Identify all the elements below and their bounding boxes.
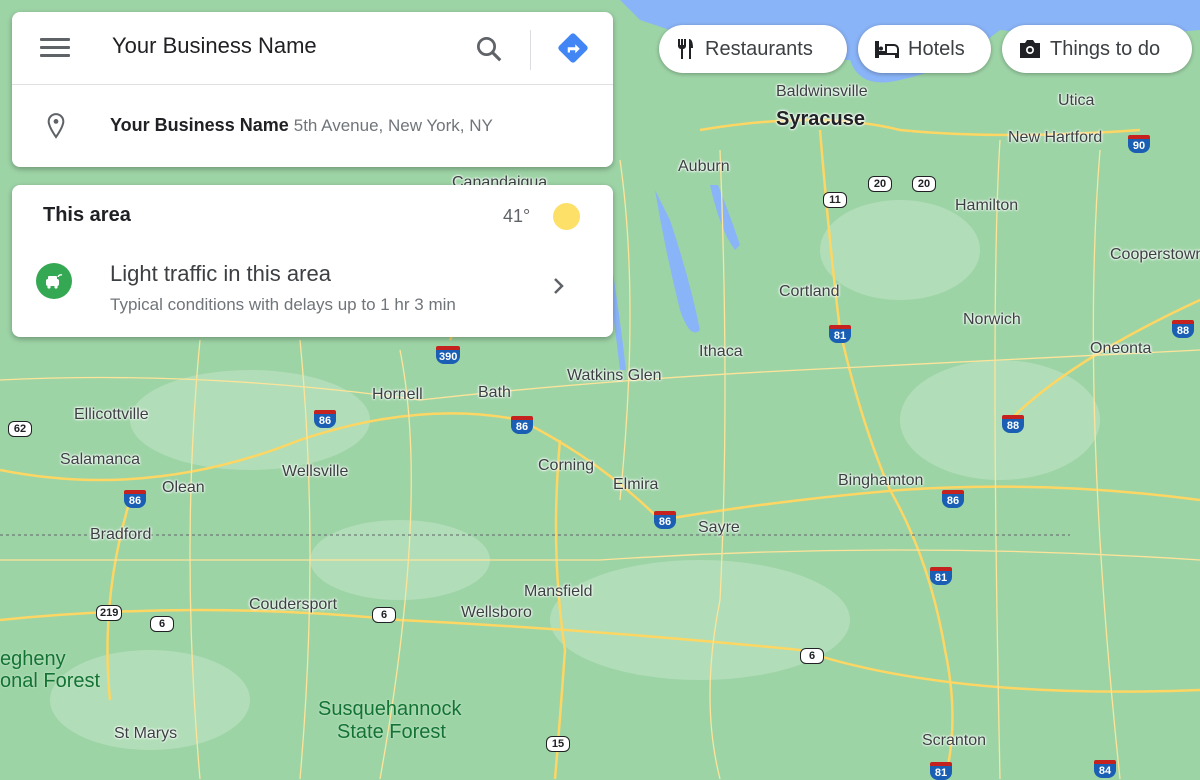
divider [530, 30, 531, 70]
suggestion-name: Your Business Name [110, 115, 289, 135]
chip-things-to-do[interactable]: Things to do [1002, 25, 1192, 73]
search-suggestion[interactable]: Your Business Name 5th Avenue, New York,… [12, 85, 613, 165]
route-shield: 6 [150, 616, 174, 632]
place-label: Mansfield [524, 583, 593, 600]
chip-label: Things to do [1050, 37, 1161, 60]
chip-label: Restaurants [705, 37, 813, 60]
route-shield: 81 [829, 325, 851, 343]
place-label: Hornell [372, 386, 423, 403]
route-shield: 86 [511, 416, 533, 434]
park-label: State Forest [337, 721, 446, 743]
place-label: Norwich [963, 311, 1021, 328]
traffic-subtitle: Typical conditions with delays up to 1 h… [110, 295, 456, 314]
route-shield: 90 [1128, 135, 1150, 153]
place-label: Bath [478, 384, 511, 401]
place-label: Ellicottville [74, 406, 149, 423]
place-label: Elmira [613, 476, 659, 493]
route-shield: 86 [942, 490, 964, 508]
route-shield: 86 [314, 410, 336, 428]
route-shield: 86 [654, 511, 676, 529]
temperature: 41° [503, 206, 531, 226]
place-label: Corning [538, 457, 595, 474]
chevron-right-icon[interactable] [551, 275, 567, 297]
route-shield: 219 [96, 605, 123, 621]
park-label: egheny [0, 648, 66, 670]
route-shield: 6 [372, 607, 396, 623]
place-label: Watkins Glen [567, 367, 662, 384]
route-shield: 6 [800, 648, 824, 664]
place-label: Coudersport [249, 596, 338, 613]
place-label: Binghamton [838, 472, 924, 489]
route-shield: 88 [1002, 415, 1024, 433]
place-label: Syracuse [776, 108, 865, 130]
route-shield: 11 [823, 192, 847, 208]
traffic-title: Light traffic in this area [110, 261, 331, 286]
bed-icon [875, 41, 899, 58]
place-label: Scranton [922, 732, 987, 749]
place-label: Wellsville [282, 463, 349, 480]
place-label: Utica [1058, 92, 1095, 109]
sun-icon [553, 203, 580, 230]
place-label: Baldwinsville [776, 83, 868, 100]
route-shield: 20 [868, 176, 892, 192]
place-label: Wellsboro [461, 604, 532, 621]
park-label: onal Forest [0, 670, 101, 692]
place-label: Hamilton [955, 197, 1019, 214]
park-label: Susquehannock [318, 698, 462, 720]
area-title: This area [43, 204, 131, 226]
place-label: Olean [162, 479, 205, 496]
route-shield: 86 [124, 490, 146, 508]
route-shield: 20 [912, 176, 936, 192]
place-label: Salamanca [60, 451, 141, 468]
place-label: St Marys [114, 725, 178, 742]
place-label: Cooperstown [1110, 246, 1200, 263]
search-bar [12, 12, 613, 85]
chip-label: Hotels [908, 37, 965, 60]
search-panel: Your Business Name 5th Avenue, New York,… [12, 12, 613, 167]
place-label: New Hartford [1008, 129, 1103, 146]
chip-hotels[interactable]: Hotels [858, 25, 991, 73]
location-pin-icon [47, 113, 65, 139]
route-shield: 81 [930, 762, 952, 780]
route-shield: 62 [8, 421, 32, 437]
search-input[interactable] [110, 32, 454, 60]
area-info-panel: This area 41° Light traffic in this area… [12, 185, 613, 337]
place-label: Bradford [90, 526, 152, 543]
place-label: Cortland [779, 283, 840, 300]
suggestion-address: 5th Avenue, New York, NY [293, 116, 493, 135]
fork-knife-icon [678, 39, 693, 59]
place-label: Ithaca [699, 343, 743, 360]
camera-icon [1020, 40, 1040, 58]
search-icon[interactable] [474, 34, 504, 64]
place-label: Oneonta [1090, 340, 1152, 357]
route-shield: 88 [1172, 320, 1194, 338]
route-shield: 84 [1094, 760, 1116, 778]
directions-icon[interactable] [555, 30, 591, 66]
place-label: Sayre [698, 519, 740, 536]
menu-icon[interactable] [40, 38, 70, 62]
car-traffic-icon [36, 263, 72, 299]
route-shield: 81 [930, 567, 952, 585]
place-label: Auburn [678, 158, 730, 175]
route-shield: 390 [436, 346, 461, 364]
chip-restaurants[interactable]: Restaurants [659, 25, 847, 73]
route-shield: 15 [546, 736, 570, 752]
